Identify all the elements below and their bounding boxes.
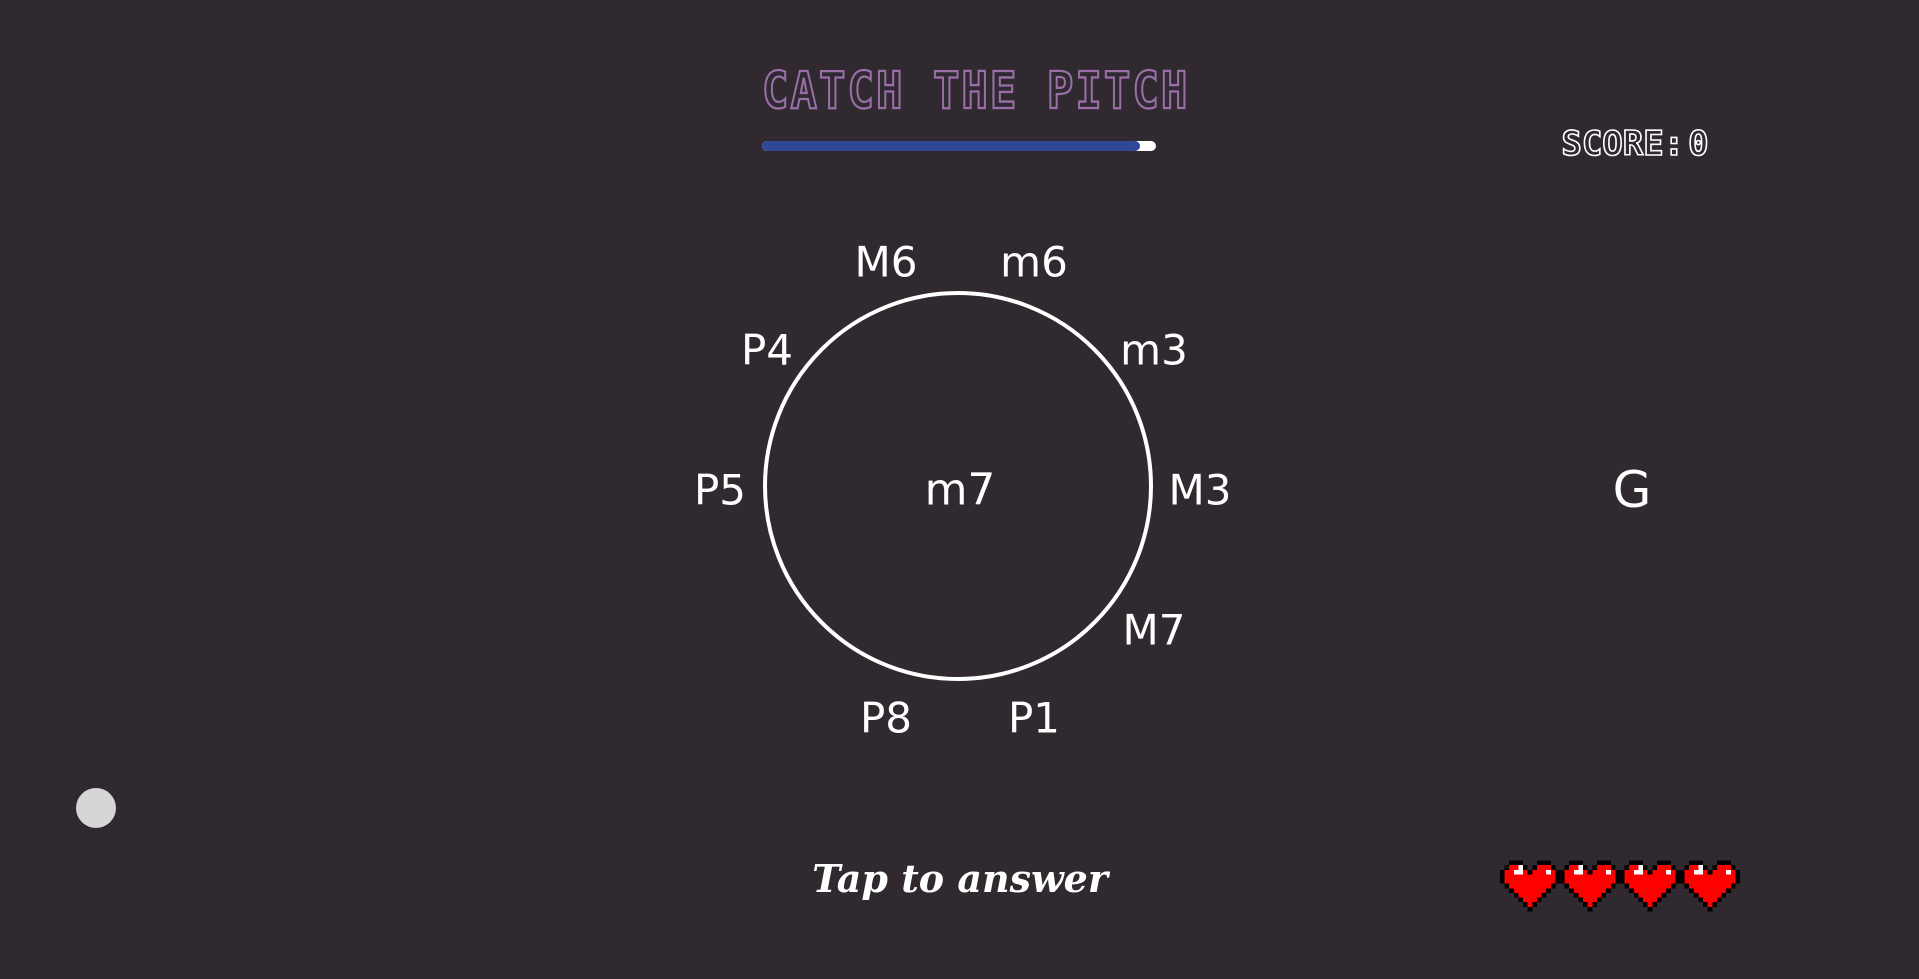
game-title: CATCH THE PITCH [761,61,1190,122]
interval-option-M6[interactable]: M6 [855,238,918,287]
interval-option-P1[interactable]: P1 [1008,694,1060,743]
tap-to-answer-prompt[interactable]: Tap to answer [760,856,1160,901]
interval-option-M3[interactable]: M3 [1169,466,1232,515]
interval-option-P4[interactable]: P4 [741,326,793,375]
handle-dot[interactable] [76,788,116,828]
score-label: SCORE: [1561,123,1685,165]
timer-bar [762,141,1156,151]
interval-option-P5[interactable]: P5 [694,466,746,515]
heart-icon [1680,855,1740,917]
interval-option-P8[interactable]: P8 [860,694,912,743]
game-screen: CATCH THE PITCH SCORE: 0 M6 m6 m3 M3 M7 P… [0,0,1919,979]
interval-wheel-ring[interactable] [763,291,1153,681]
interval-option-M7[interactable]: M7 [1123,606,1186,655]
heart-icon [1560,855,1620,917]
heart-icon [1620,855,1680,917]
score-value: 0 [1687,123,1709,165]
score-display: SCORE: 0 [1520,123,1750,165]
heart-icon [1500,855,1560,917]
interval-option-m3[interactable]: m3 [1120,326,1188,375]
timer-bar-fill [762,141,1141,151]
interval-option-m6[interactable]: m6 [1000,238,1068,287]
lives-display [1500,855,1740,917]
root-note-label: G [1612,461,1652,519]
